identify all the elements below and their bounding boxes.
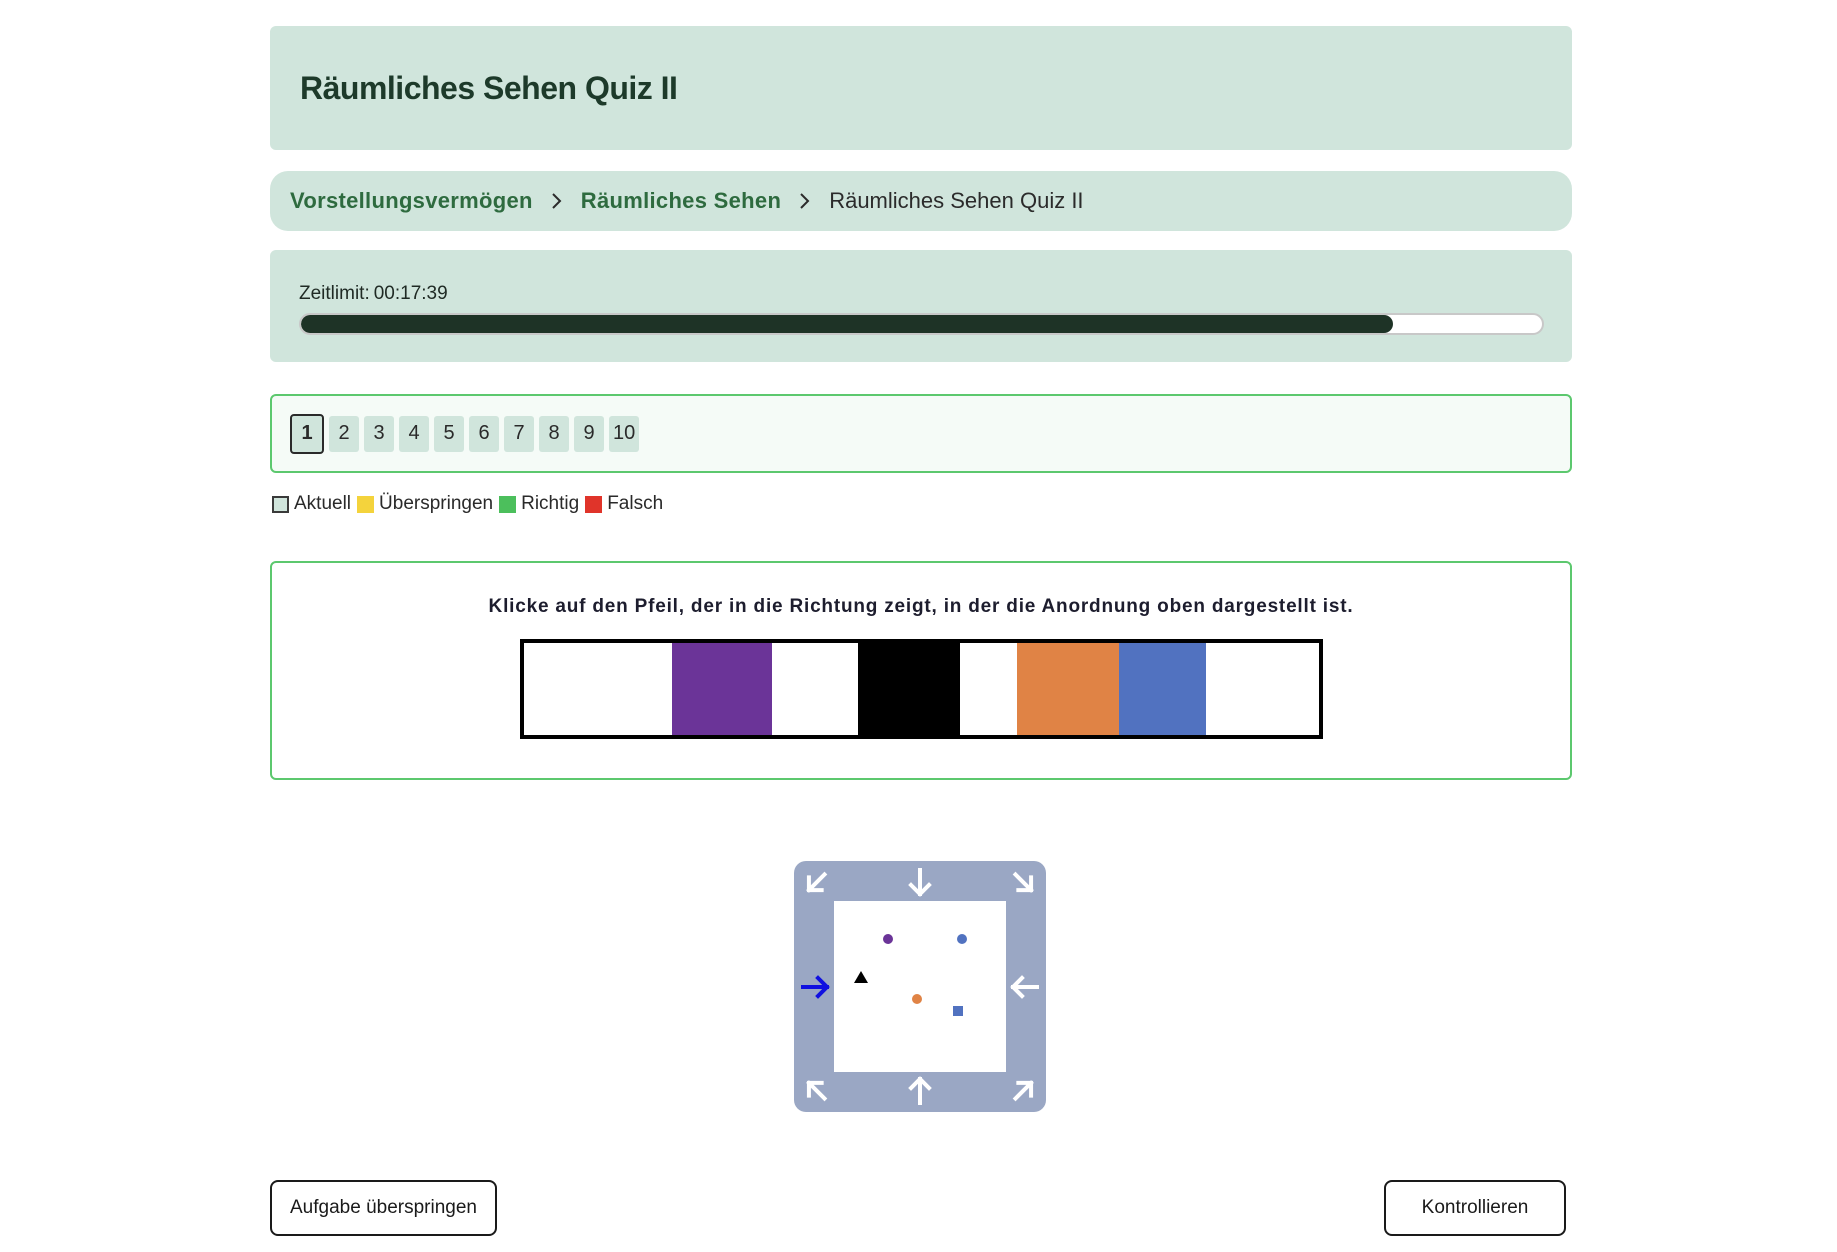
orange-dot — [912, 994, 922, 1004]
arrangement-strip — [520, 639, 1323, 739]
title-panel: Räumliches Sehen Quiz II — [270, 26, 1572, 150]
arrow-up-left-icon — [1012, 1080, 1034, 1102]
arrow-up-icon — [908, 1076, 932, 1105]
legend-item-right: Richtig — [499, 493, 579, 515]
question-number-2[interactable]: 2 — [329, 415, 359, 452]
timer-panel: Zeitlimit: 00:17:39 — [270, 250, 1572, 362]
arrow-up-button[interactable] — [902, 1072, 938, 1108]
breadcrumb-current: Räumliches Sehen Quiz II — [829, 188, 1084, 213]
question-number-5[interactable]: 5 — [434, 415, 464, 452]
arrow-down-right-button[interactable] — [798, 865, 834, 901]
question-number-4[interactable]: 4 — [399, 415, 429, 452]
question-number-9[interactable]: 9 — [574, 415, 604, 452]
chevron-right-icon — [799, 192, 811, 210]
legend-swatch-right — [499, 495, 517, 513]
page-title: Räumliches Sehen Quiz II — [300, 70, 678, 106]
purple-dot — [883, 934, 893, 944]
timer-label: Zeitlimit: — [299, 283, 370, 304]
timer-value: 00:17:39 — [373, 283, 448, 304]
direction-picker — [794, 861, 1046, 1112]
legend-swatch-skip — [357, 495, 375, 513]
legend-label-right: Richtig — [521, 493, 580, 514]
legend-label-current: Aktuell — [294, 493, 352, 514]
question-number-1[interactable]: 1 — [290, 413, 324, 454]
legend-item-current: Aktuell — [272, 493, 351, 515]
strip-block-black — [858, 643, 960, 735]
legend-label-wrong: Falsch — [607, 493, 664, 514]
arrow-up-right-button[interactable] — [798, 1072, 834, 1108]
strip-block-purple — [672, 643, 772, 735]
top-view-area — [834, 901, 1006, 1072]
arrow-right-button[interactable] — [798, 969, 834, 1005]
arrow-down-left-button[interactable] — [1006, 865, 1042, 901]
timer-text: Zeitlimit: 00:17:39 — [299, 283, 448, 305]
arrow-right-icon — [801, 975, 830, 999]
arrow-down-button[interactable] — [902, 865, 938, 901]
question-number-7[interactable]: 7 — [504, 415, 534, 452]
question-number-10[interactable]: 10 — [609, 415, 640, 452]
question-number-6[interactable]: 6 — [469, 415, 499, 452]
question-panel: Klicke auf den Pfeil, der in die Richtun… — [270, 561, 1572, 780]
legend-swatch-wrong — [585, 495, 603, 513]
arrow-up-right-icon — [806, 1080, 828, 1102]
arrow-down-left-icon — [1012, 871, 1034, 893]
status-legend: Aktuell Überspringen Richtig Falsch — [272, 493, 669, 515]
arrow-left-icon — [1010, 975, 1039, 999]
breadcrumb-link-raeumliches-sehen[interactable]: Räumliches Sehen — [581, 188, 781, 214]
skip-task-button[interactable]: Aufgabe überspringen — [270, 1180, 497, 1236]
question-number-3[interactable]: 3 — [364, 415, 394, 452]
breadcrumb-link-vorstellungsvermoegen[interactable]: Vorstellungsvermögen — [290, 188, 533, 214]
blue-square — [953, 1006, 963, 1016]
arrow-up-left-button[interactable] — [1006, 1072, 1042, 1108]
question-navigation: 1 2 3 4 5 6 7 8 9 10 — [270, 394, 1572, 473]
legend-item-wrong: Falsch — [585, 493, 663, 515]
timer-progress-bar — [299, 313, 1544, 335]
chevron-right-icon — [551, 192, 563, 210]
blue-dot — [957, 934, 967, 944]
timer-progress-fill — [301, 315, 1394, 333]
arrow-down-right-icon — [806, 871, 828, 893]
arrow-down-icon — [908, 868, 932, 897]
legend-swatch-current — [272, 495, 289, 513]
legend-item-skip: Überspringen — [357, 493, 493, 515]
question-number-8[interactable]: 8 — [539, 415, 569, 452]
question-text: Klicke auf den Pfeil, der in die Richtun… — [488, 596, 1354, 617]
black-triangle — [854, 971, 868, 983]
check-button[interactable]: Kontrollieren — [1384, 1180, 1566, 1236]
strip-block-blue — [1119, 643, 1206, 735]
legend-label-skip: Überspringen — [379, 493, 494, 514]
strip-block-orange — [1017, 643, 1119, 735]
arrow-left-button[interactable] — [1006, 969, 1042, 1005]
breadcrumb: Vorstellungsvermögen Räumliches Sehen Rä… — [270, 171, 1572, 231]
